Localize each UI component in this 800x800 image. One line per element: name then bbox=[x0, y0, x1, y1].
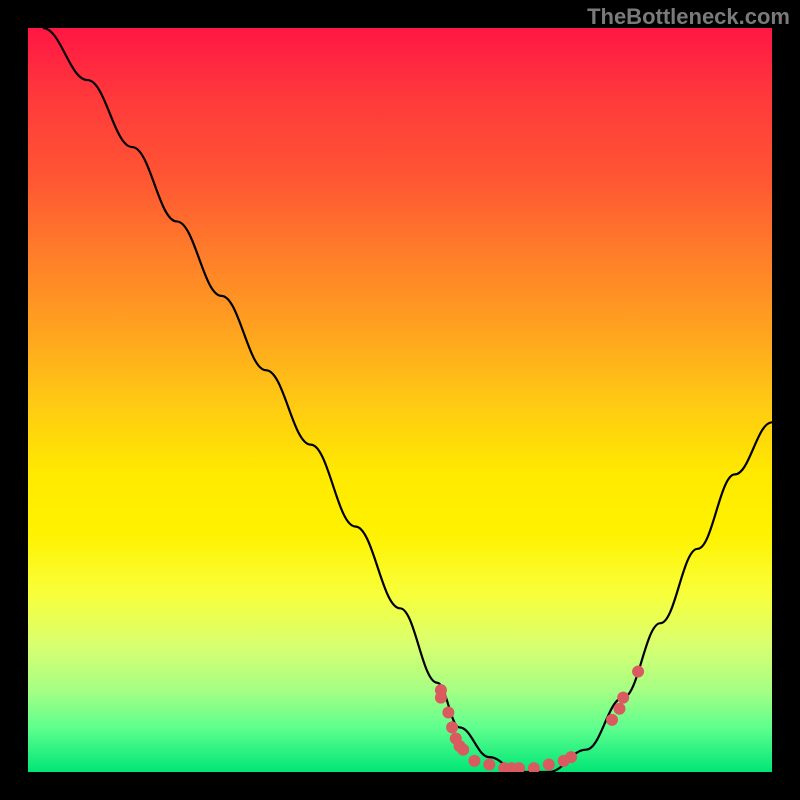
data-marker bbox=[446, 721, 458, 733]
data-marker bbox=[632, 666, 644, 678]
data-marker bbox=[543, 759, 555, 771]
chart-plot-area bbox=[28, 28, 772, 772]
data-marker bbox=[457, 744, 469, 756]
data-marker bbox=[468, 755, 480, 767]
data-marker bbox=[442, 706, 454, 718]
data-markers-group bbox=[435, 666, 644, 772]
watermark-text: TheBottleneck.com bbox=[587, 4, 790, 30]
data-marker bbox=[617, 692, 629, 704]
data-marker bbox=[613, 703, 625, 715]
data-marker bbox=[483, 759, 495, 771]
data-marker bbox=[528, 762, 540, 772]
data-marker bbox=[435, 692, 447, 704]
chart-svg bbox=[28, 28, 772, 772]
bottleneck-curve-line bbox=[43, 28, 772, 772]
data-marker bbox=[565, 751, 577, 763]
data-marker bbox=[606, 714, 618, 726]
